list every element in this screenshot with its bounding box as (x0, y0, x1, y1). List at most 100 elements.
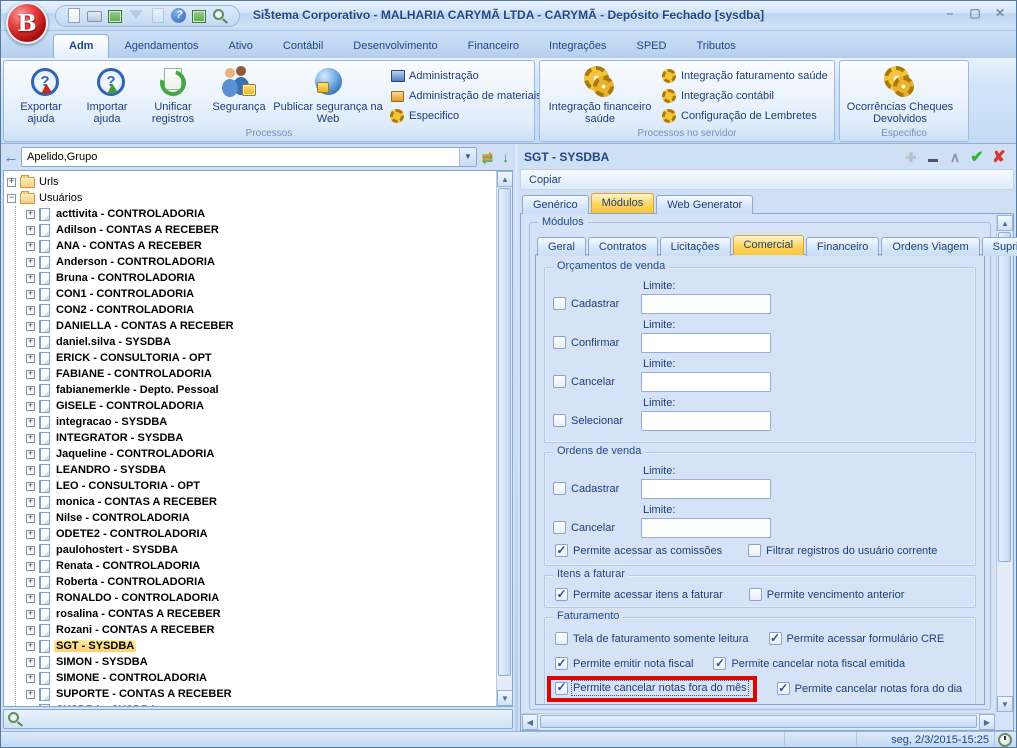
back-arrow-icon[interactable] (3, 149, 19, 166)
record-tab[interactable]: Genérico (522, 195, 589, 214)
permission-checkbox[interactable] (769, 632, 782, 645)
expand-icon[interactable] (26, 562, 35, 571)
scroll-right-icon[interactable] (979, 714, 995, 730)
expand-icon[interactable] (26, 610, 35, 619)
module-tab[interactable]: Contratos (588, 237, 658, 256)
tree-user-item[interactable]: RONALDO - CONTROLADORIA (26, 590, 494, 606)
expand-icon[interactable] (26, 450, 35, 459)
expand-icon[interactable] (26, 626, 35, 635)
tree-node-urls[interactable]: Urls (7, 174, 494, 190)
module-tab[interactable]: Ordens Viagem (881, 237, 979, 256)
tree-user-item[interactable]: daniel.silva - SYSDBA (26, 334, 494, 350)
record-tab[interactable]: Módulos (591, 193, 655, 213)
ribbon-tab[interactable]: SPED (622, 35, 682, 58)
tree-user-item[interactable]: CON1 - CONTROLADORIA (26, 286, 494, 302)
module-tab[interactable]: Geral (537, 237, 586, 256)
tree-user-item[interactable]: INTEGRATOR - SYSDBA (26, 430, 494, 446)
permission-checkbox[interactable] (553, 414, 566, 427)
tree-user-item[interactable]: rosalina - CONTAS A RECEBER (26, 606, 494, 622)
collapse-panel-icon[interactable] (944, 149, 966, 166)
expand-icon[interactable] (26, 418, 35, 427)
tree-user-item[interactable]: LEO - CONSULTORIA - OPT (26, 478, 494, 494)
expand-icon[interactable] (26, 290, 35, 299)
tree-user-item[interactable]: Rozani - CONTAS A RECEBER (26, 622, 494, 638)
expand-icon[interactable] (26, 386, 35, 395)
tree-user-item[interactable]: SYSDBA - SYSDBA (26, 702, 494, 707)
expand-icon[interactable] (7, 178, 16, 187)
expand-icon[interactable] (26, 498, 35, 507)
ribbon-big-button[interactable]: Importar ajuda (74, 64, 140, 125)
tree-user-item[interactable]: ERICK - CONSULTORIA - OPT (26, 350, 494, 366)
ribbon-big-button[interactable]: Segurança (206, 64, 272, 125)
sort-filter-input[interactable] (22, 149, 459, 165)
tree-user-item[interactable]: Jaqueline - CONTROLADORIA (26, 446, 494, 462)
tree-user-item[interactable]: Adilson - CONTAS A RECEBER (26, 222, 494, 238)
permission-checkbox[interactable] (553, 482, 566, 495)
permission-checkbox[interactable] (713, 657, 726, 670)
ribbon-small-button[interactable]: Administração de materiais (390, 87, 542, 104)
ribbon-big-button[interactable]: Unificar registros (140, 64, 206, 125)
tree-user-item[interactable]: monica - CONTAS A RECEBER (26, 494, 494, 510)
expand-icon[interactable] (26, 402, 35, 411)
permission-checkbox[interactable] (553, 375, 566, 388)
swap-arrows-icon[interactable] (479, 149, 496, 165)
scroll-up-icon[interactable] (997, 215, 1013, 231)
ribbon-big-button[interactable]: Publicar segurança na Web (272, 64, 384, 125)
tree-user-item[interactable]: SIMON - SYSDBA (26, 654, 494, 670)
permission-checkbox[interactable] (555, 544, 568, 557)
content-vertical-scrollbar[interactable] (996, 215, 1012, 712)
collapse-icon[interactable] (7, 194, 16, 203)
module-tab[interactable]: Comercial (733, 235, 805, 255)
scroll-left-icon[interactable] (522, 714, 538, 730)
expand-icon[interactable] (26, 674, 35, 683)
expand-icon[interactable] (26, 226, 35, 235)
tree-node-usuarios[interactable]: Usuários (7, 190, 494, 206)
tree-user-item[interactable]: DANIELLA - CONTAS A RECEBER (26, 318, 494, 334)
ribbon-tab[interactable]: Tributos (681, 35, 750, 58)
ribbon-small-button[interactable]: Especifico (390, 107, 542, 124)
expand-icon[interactable] (26, 530, 35, 539)
limit-input[interactable] (641, 411, 771, 431)
cancel-icon[interactable] (988, 147, 1010, 167)
tree-user-item[interactable]: integracao - SYSDBA (26, 414, 494, 430)
module-tab[interactable]: Licitações (660, 237, 731, 256)
permission-checkbox[interactable] (553, 336, 566, 349)
delete-record-icon[interactable] (922, 149, 944, 165)
expand-icon[interactable] (26, 354, 35, 363)
tree-user-item[interactable]: LEANDRO - SYSDBA (26, 462, 494, 478)
content-horizontal-scrollbar[interactable] (522, 713, 995, 729)
ribbon-tab[interactable]: Adm (53, 34, 109, 58)
expand-icon[interactable] (26, 466, 35, 475)
permission-checkbox[interactable] (555, 657, 568, 670)
app-logo-orb[interactable]: B (6, 2, 48, 44)
tree-user-item[interactable]: SUPORTE - CONTAS A RECEBER (26, 686, 494, 702)
tree-user-item[interactable]: CON2 - CONTROLADORIA (26, 302, 494, 318)
expand-icon[interactable] (26, 690, 35, 699)
ribbon-small-button[interactable]: Integração contábil (662, 87, 828, 104)
combo-dropdown-icon[interactable] (459, 148, 476, 166)
permission-checkbox[interactable] (748, 544, 761, 557)
limit-input[interactable] (641, 294, 771, 314)
ribbon-big-button[interactable]: Exportar ajuda (8, 64, 74, 125)
ribbon-small-button[interactable]: Integração faturamento saúde (662, 67, 828, 84)
tree-search-bar[interactable] (3, 709, 513, 729)
tree-user-item[interactable]: Roberta - CONTROLADORIA (26, 574, 494, 590)
tree-user-item[interactable]: paulohostert - SYSDBA (26, 542, 494, 558)
expand-icon[interactable] (26, 706, 35, 708)
scrollbar-thumb[interactable] (540, 715, 977, 728)
expand-icon[interactable] (26, 642, 35, 651)
maximize-button[interactable] (967, 6, 983, 22)
ribbon-tab[interactable]: Desenvolvimento (338, 35, 452, 58)
permission-checkbox[interactable] (553, 297, 566, 310)
scroll-down-icon[interactable] (997, 696, 1013, 712)
tree-user-item[interactable]: fabianemerkle - Depto. Pessoal (26, 382, 494, 398)
expand-icon[interactable] (26, 306, 35, 315)
tree-user-item[interactable]: Nilse - CONTROLADORIA (26, 510, 494, 526)
expand-icon[interactable] (26, 322, 35, 331)
ribbon-big-button[interactable]: Integração financeiro saúde (544, 64, 656, 125)
module-tab[interactable]: Suprimentos (982, 237, 1017, 256)
module-tab[interactable]: Financeiro (806, 237, 879, 256)
expand-icon[interactable] (26, 482, 35, 491)
expand-icon[interactable] (26, 578, 35, 587)
tree-user-item[interactable]: ODETE2 - CONTROLADORIA (26, 526, 494, 542)
